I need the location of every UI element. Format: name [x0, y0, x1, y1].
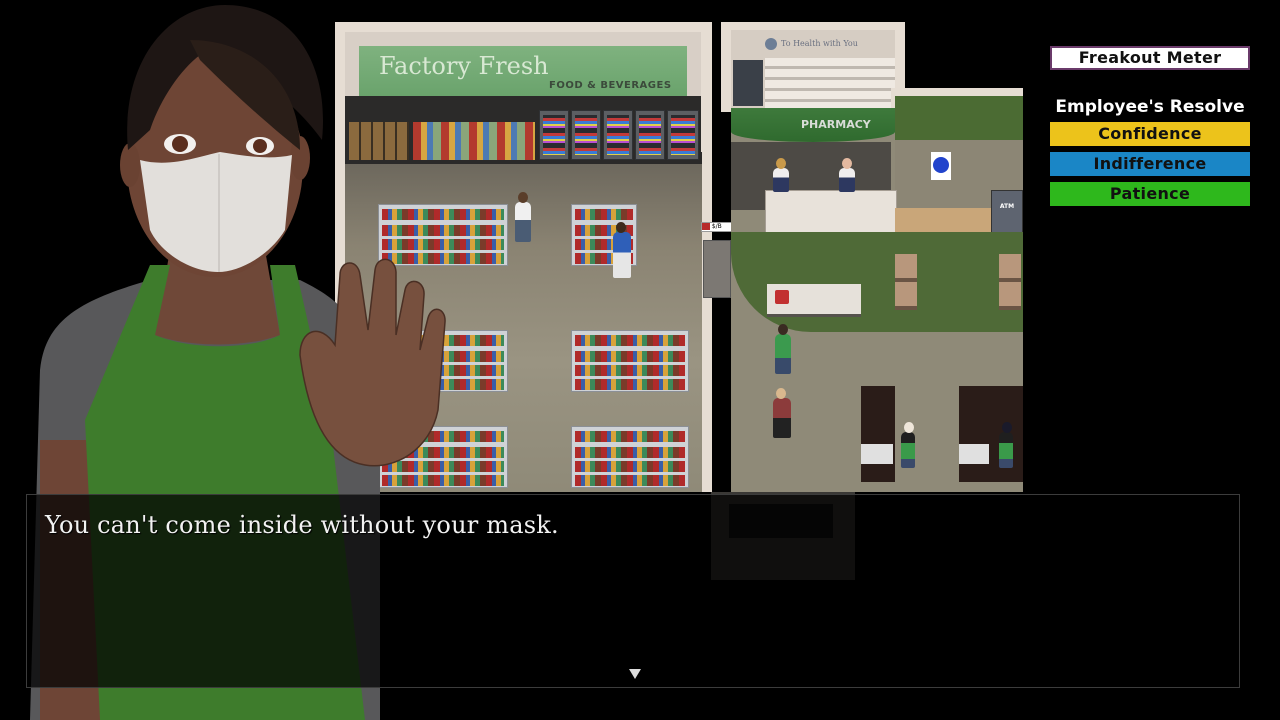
pharmacy-banner-text: PHARMACY	[801, 118, 871, 131]
cashier-npc[interactable]	[999, 422, 1013, 468]
fridge	[603, 110, 633, 160]
fridge	[667, 110, 699, 160]
iris-right	[253, 139, 267, 153]
store-sign-subtitle: FOOD & BEVERAGES	[549, 80, 672, 91]
pharmacy-logo-icon	[765, 38, 777, 50]
employee-npc[interactable]	[775, 324, 791, 374]
shopper-npc[interactable]	[515, 192, 531, 242]
divider-wall	[701, 22, 711, 152]
shelf-unit	[571, 426, 689, 488]
waiting-chairs	[999, 254, 1021, 310]
waiting-chairs	[895, 254, 917, 310]
hand-sign-icon	[775, 290, 789, 304]
pharmacy-door[interactable]	[733, 60, 763, 106]
pharmacist-npc[interactable]	[773, 158, 789, 192]
triangle-down-icon[interactable]	[629, 669, 641, 679]
indifference-bar: Indifference	[1050, 152, 1250, 176]
sanitizer-table	[767, 284, 861, 317]
atm-label: ATM	[999, 203, 1015, 210]
checkout-lane	[861, 386, 895, 482]
display-rack	[703, 240, 731, 298]
price-tag: $/B	[701, 222, 733, 232]
patience-bar: Patience	[1050, 182, 1250, 206]
pharmacist-npc[interactable]	[839, 158, 855, 192]
pharmacy-counter	[765, 190, 897, 234]
fridge	[635, 110, 665, 160]
freakout-meter: Freakout Meter	[1050, 46, 1250, 70]
dialog-box[interactable]: You can't come inside without your mask.	[26, 494, 1240, 688]
pharmacy-banner: PHARMACY	[731, 108, 895, 142]
confidence-bar: Confidence	[1050, 122, 1250, 146]
dialog-text: You can't come inside without your mask.	[45, 511, 559, 539]
shopper-npc[interactable]	[613, 222, 631, 278]
iris-left	[172, 136, 188, 152]
checkout-lane	[959, 386, 1023, 482]
fridge	[539, 110, 569, 160]
cashier-npc[interactable]	[901, 422, 915, 468]
fridge	[571, 110, 601, 160]
green-wall	[895, 96, 1023, 140]
player-character[interactable]	[773, 388, 791, 438]
pharmacy-brand: To Health with You	[765, 38, 858, 50]
resolve-title: Employee's Resolve	[1055, 97, 1245, 117]
wood-counter	[895, 208, 991, 234]
social-distance-icon	[933, 157, 949, 173]
medicine-drawers	[765, 58, 895, 108]
shelf-unit	[571, 330, 689, 392]
distance-sign	[931, 152, 951, 180]
ear	[120, 143, 140, 187]
waiting-carpet	[731, 232, 1023, 332]
